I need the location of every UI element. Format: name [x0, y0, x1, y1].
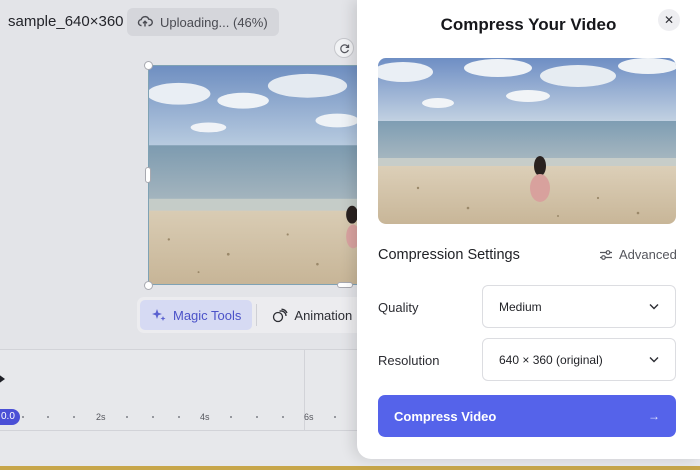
quality-select-value: Medium — [499, 299, 542, 314]
timeline-ruler[interactable]: 0.0 2s 4s 6s — [0, 409, 360, 429]
tick-label: 2s — [96, 412, 106, 422]
animation-icon — [273, 308, 288, 323]
tick-dot — [22, 416, 24, 418]
tick-label: 6s — [304, 412, 314, 422]
bottom-strip — [0, 466, 700, 470]
playhead[interactable]: 0.0 — [0, 409, 20, 425]
file-name: sample_640×360 — [8, 13, 124, 30]
canvas-toolbar: Magic Tools Animation — [137, 297, 367, 333]
resolution-label: Resolution — [378, 353, 440, 368]
arrow-right-icon: → — [648, 409, 660, 423]
tick-label: 4s — [200, 412, 210, 422]
quality-label: Quality — [378, 300, 419, 315]
tick-dot — [334, 416, 336, 418]
tick-dot — [126, 416, 128, 418]
close-button[interactable]: ✕ — [658, 9, 680, 31]
sparkle-icon — [152, 309, 166, 321]
advanced-settings-button[interactable]: Advanced — [599, 247, 677, 262]
magic-tools-label: Magic Tools — [173, 307, 242, 323]
upload-status-text: Uploading... (46%) — [160, 14, 268, 30]
resize-handle-top-left[interactable] — [144, 61, 153, 70]
dialog-title: Compress Your Video — [440, 15, 617, 34]
compress-video-button[interactable]: Compress Video → — [378, 395, 676, 437]
tick-dot — [73, 416, 75, 418]
tick-dot — [178, 416, 180, 418]
quality-select[interactable]: Medium — [482, 285, 676, 328]
resolution-select[interactable]: 640 × 360 (original) — [482, 338, 676, 381]
video-canvas[interactable] — [148, 65, 363, 285]
rotate-icon — [339, 43, 349, 53]
toolbar-divider — [256, 304, 258, 326]
tick-dot — [282, 416, 284, 418]
compress-video-label: Compress Video — [394, 408, 497, 424]
animation-button[interactable]: Animation — [261, 300, 363, 330]
advanced-label: Advanced — [619, 247, 677, 262]
video-preview-image — [378, 58, 676, 224]
resize-handle-bottom-left[interactable] — [144, 281, 153, 290]
resize-handle-bottom[interactable] — [337, 282, 353, 288]
compression-settings-title: Compression Settings — [378, 247, 520, 263]
tick-dot — [256, 416, 258, 418]
resolution-select-value: 640 × 360 (original) — [499, 352, 603, 367]
close-icon: ✕ — [663, 13, 675, 27]
animation-label: Animation — [294, 307, 353, 323]
tick-dot — [152, 416, 154, 418]
chevron-down-icon — [649, 304, 659, 310]
video-preview — [378, 58, 676, 224]
sliders-icon — [600, 249, 612, 260]
tick-dot — [47, 416, 49, 418]
cloud-upload-icon — [137, 14, 153, 31]
tick-dot — [230, 416, 232, 418]
compress-video-dialog: Compress Your Video ✕ Compression Settin… — [357, 0, 700, 459]
magic-tools-button[interactable]: Magic Tools — [140, 300, 253, 330]
upload-status-chip: Uploading... (46%) — [127, 8, 279, 36]
video-frame-image — [149, 66, 362, 284]
chevron-down-icon — [649, 357, 659, 363]
resize-handle-left[interactable] — [145, 167, 151, 183]
rotate-button[interactable] — [334, 38, 354, 58]
play-icon[interactable] — [0, 374, 5, 384]
